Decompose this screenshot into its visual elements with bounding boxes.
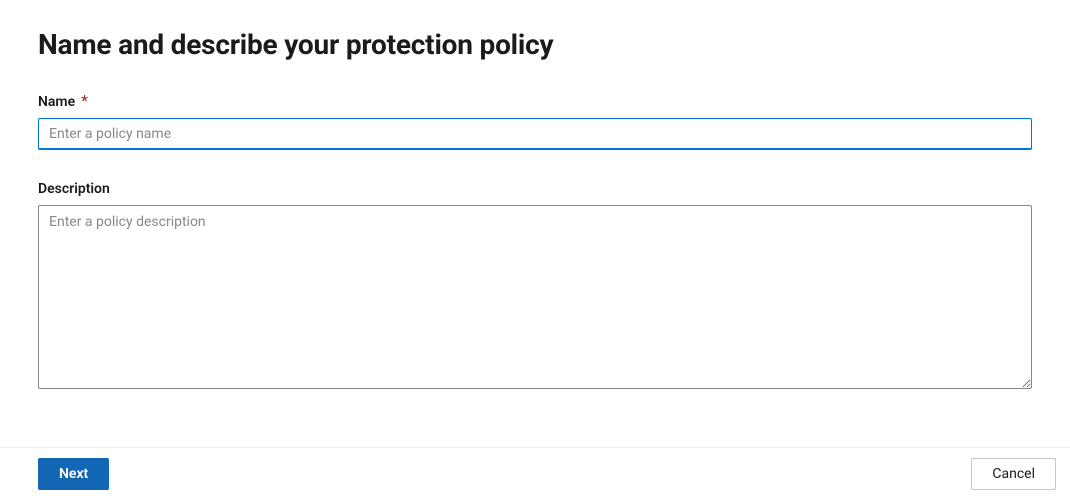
name-label: Name — [38, 94, 75, 110]
description-label: Description — [38, 181, 110, 197]
name-field-group: Name * — [38, 91, 1032, 150]
policy-name-input[interactable] — [38, 118, 1032, 150]
next-button[interactable]: Next — [38, 458, 109, 490]
page-title: Name and describe your protection policy — [38, 28, 1032, 61]
form-content: Name and describe your protection policy… — [0, 0, 1070, 393]
cancel-button[interactable]: Cancel — [971, 458, 1056, 490]
description-field-group: Description — [38, 178, 1032, 393]
policy-description-input[interactable] — [38, 205, 1032, 389]
footer-bar: Next Cancel — [0, 447, 1070, 500]
required-asterisk-icon: * — [81, 91, 88, 110]
